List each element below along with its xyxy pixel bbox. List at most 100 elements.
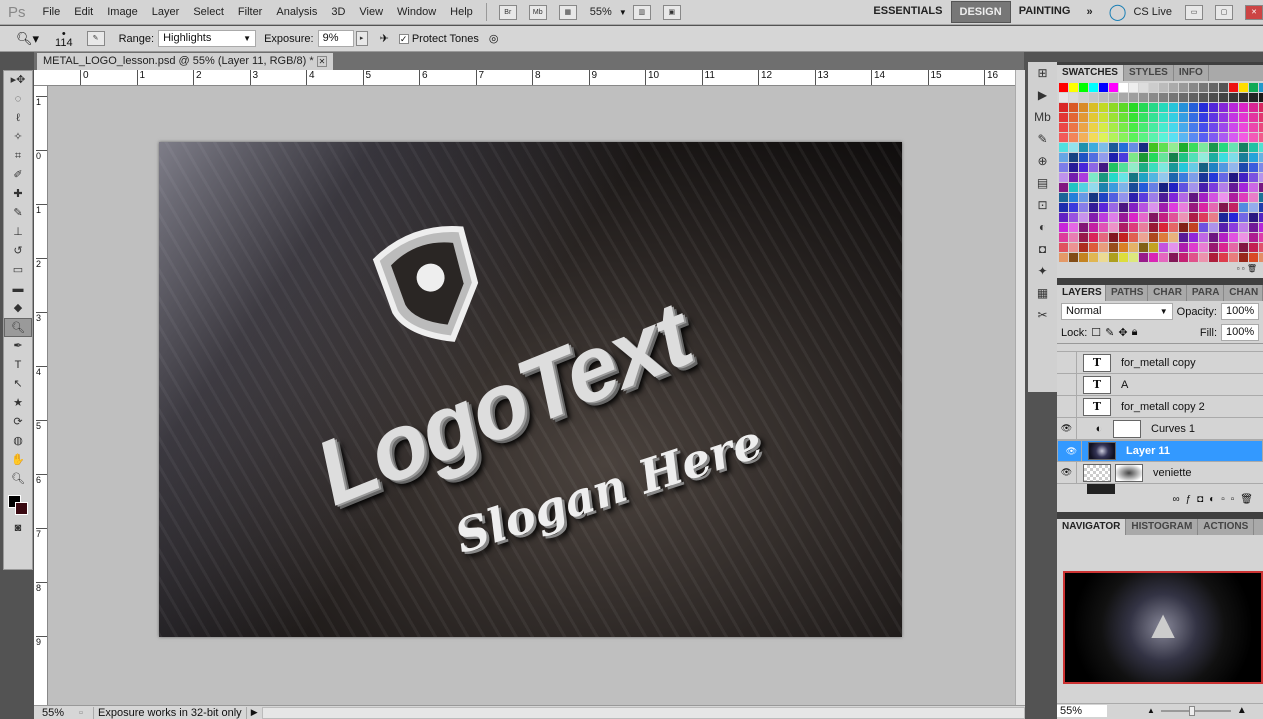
lock-position-icon[interactable]: ✥ [1118, 326, 1127, 339]
swatch[interactable] [1179, 203, 1188, 212]
swatch[interactable] [1179, 123, 1188, 132]
swatch[interactable] [1189, 173, 1198, 182]
swatch[interactable] [1199, 143, 1208, 152]
swatch[interactable] [1119, 83, 1128, 92]
swatch[interactable] [1069, 93, 1078, 102]
swatch[interactable] [1219, 93, 1228, 102]
swatch[interactable] [1159, 233, 1168, 242]
swatch[interactable] [1239, 133, 1248, 142]
swatch[interactable] [1079, 183, 1088, 192]
swatch[interactable] [1059, 173, 1068, 182]
swatch[interactable] [1139, 83, 1148, 92]
swatch[interactable] [1199, 133, 1208, 142]
swatch[interactable] [1229, 93, 1238, 102]
brush-size-picker[interactable]: • 114 [55, 28, 73, 48]
bridge-button[interactable]: Br [498, 4, 517, 20]
clone-source-panel-icon[interactable]: ⊕ [1028, 150, 1057, 172]
tab-char[interactable]: CHAR [1148, 285, 1187, 301]
swatch[interactable] [1249, 243, 1258, 252]
swatch[interactable] [1109, 113, 1118, 122]
swatch[interactable] [1149, 223, 1158, 232]
tab-info[interactable]: INFO [1174, 65, 1209, 81]
swatch[interactable] [1109, 193, 1118, 202]
swatch[interactable] [1219, 143, 1228, 152]
swatch[interactable] [1259, 243, 1263, 252]
swatch[interactable] [1209, 233, 1218, 242]
visibility-toggle[interactable] [1057, 352, 1077, 373]
tablet-pressure-icon[interactable]: ◎ [489, 32, 499, 45]
swatch[interactable] [1259, 103, 1263, 112]
swatch[interactable] [1079, 253, 1088, 262]
swatch[interactable] [1139, 253, 1148, 262]
brush-tool[interactable]: ✎ [4, 204, 32, 223]
swatch[interactable] [1069, 143, 1078, 152]
swatch[interactable] [1219, 233, 1228, 242]
swatch[interactable] [1249, 203, 1258, 212]
swatch[interactable] [1259, 203, 1263, 212]
swatch[interactable] [1249, 163, 1258, 172]
swatch[interactable] [1139, 153, 1148, 162]
swatch[interactable] [1259, 193, 1263, 202]
visibility-toggle[interactable]: 👁︎ [1057, 462, 1077, 483]
swatch[interactable] [1259, 93, 1263, 102]
swatch[interactable] [1219, 173, 1228, 182]
swatch[interactable] [1189, 193, 1198, 202]
swatch[interactable] [1129, 213, 1138, 222]
layer-row[interactable]: TA [1057, 374, 1263, 396]
tab-chan[interactable]: CHAN [1224, 285, 1263, 301]
swatch[interactable] [1119, 153, 1128, 162]
swatch[interactable] [1059, 193, 1068, 202]
swatch[interactable] [1179, 183, 1188, 192]
swatch[interactable] [1079, 113, 1088, 122]
swatch[interactable] [1149, 233, 1158, 242]
swatch[interactable] [1119, 193, 1128, 202]
swatch[interactable] [1259, 183, 1263, 192]
swatch[interactable] [1189, 143, 1198, 152]
swatch[interactable] [1169, 223, 1178, 232]
swatch[interactable] [1229, 253, 1238, 262]
navigator-zoom-input[interactable]: 55% [1057, 704, 1107, 717]
dodge-tool[interactable]: 🔍︎ [4, 318, 32, 337]
actions-panel-icon[interactable]: ▶ [1028, 84, 1057, 106]
zoom-level-dropdown[interactable]: 55% [583, 6, 619, 18]
menu-view[interactable]: View [352, 6, 390, 18]
swatch[interactable] [1069, 103, 1078, 112]
swatch[interactable] [1229, 133, 1238, 142]
swatch[interactable] [1089, 213, 1098, 222]
swatch[interactable] [1069, 203, 1078, 212]
swatch[interactable] [1239, 193, 1248, 202]
swatch[interactable] [1259, 153, 1263, 162]
swatch[interactable] [1139, 173, 1148, 182]
menu-filter[interactable]: Filter [231, 6, 269, 18]
swatch[interactable] [1169, 163, 1178, 172]
swatch[interactable] [1179, 153, 1188, 162]
lock-transparent-icon[interactable]: ☐ [1091, 326, 1101, 339]
swatch[interactable] [1189, 243, 1198, 252]
swatch[interactable] [1159, 163, 1168, 172]
swatch[interactable] [1119, 113, 1128, 122]
swatch[interactable] [1099, 223, 1108, 232]
swatch[interactable] [1209, 93, 1218, 102]
swatch[interactable] [1229, 143, 1238, 152]
swatch[interactable] [1099, 123, 1108, 132]
tab-swatches[interactable]: SWATCHES [1057, 65, 1124, 81]
swatch[interactable] [1209, 133, 1218, 142]
swatch[interactable] [1169, 83, 1178, 92]
swatch[interactable] [1089, 163, 1098, 172]
swatch[interactable] [1129, 133, 1138, 142]
swatch[interactable] [1239, 203, 1248, 212]
swatch[interactable] [1169, 133, 1178, 142]
swatch[interactable] [1129, 193, 1138, 202]
gradient-tool[interactable]: ▬ [4, 280, 32, 299]
swatch[interactable] [1079, 153, 1088, 162]
swatch[interactable] [1259, 83, 1263, 92]
swatch[interactable] [1109, 243, 1118, 252]
notes-panel-icon[interactable]: ▤ [1028, 172, 1057, 194]
swatch[interactable] [1089, 183, 1098, 192]
swatch[interactable] [1239, 83, 1248, 92]
swatch[interactable] [1159, 183, 1168, 192]
swatch[interactable] [1209, 243, 1218, 252]
swatch[interactable] [1159, 123, 1168, 132]
swatch[interactable] [1109, 253, 1118, 262]
swatch[interactable] [1059, 223, 1068, 232]
